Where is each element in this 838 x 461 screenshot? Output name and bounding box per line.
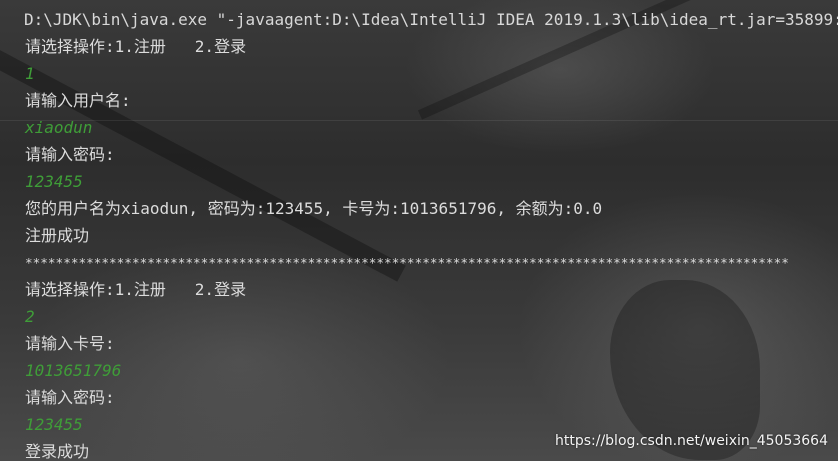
watermark-text: https://blog.csdn.net/weixin_45053664 [554, 433, 828, 449]
console-line: 登录成功 [25, 442, 90, 461]
separator-line: ****************************************… [25, 255, 789, 270]
console-input-line: 1013651796 [25, 361, 122, 380]
console-input-line: 123455 [25, 172, 83, 191]
console-line: 请选择操作:1.注册 2.登录 [25, 280, 247, 299]
console-line: 请输入卡号: [25, 334, 115, 353]
console-input-line: 2 [25, 307, 35, 326]
console-line: 请选择操作:1.注册 2.登录 [25, 37, 247, 56]
console-output-panel[interactable]: D:\JDK\bin\java.exe "-javaagent:D:\Idea\… [0, 0, 838, 461]
console-line: 请输入密码: [25, 145, 115, 164]
console-line: 请输入用户名: [25, 91, 131, 110]
console-input-line: 123455 [25, 415, 83, 434]
console-line: 注册成功 [25, 226, 90, 245]
console-line: 您的用户名为xiaodun, 密码为:123455, 卡号为:101365179… [25, 199, 603, 218]
console-input-line: xiaodun [25, 118, 93, 137]
console-line: 请输入密码: [25, 388, 115, 407]
console-text-area[interactable]: D:\JDK\bin\java.exe "-javaagent:D:\Idea\… [0, 0, 838, 461]
console-input-line: 1 [25, 64, 35, 83]
command-line: D:\JDK\bin\java.exe "-javaagent:D:\Idea\… [24, 10, 838, 29]
